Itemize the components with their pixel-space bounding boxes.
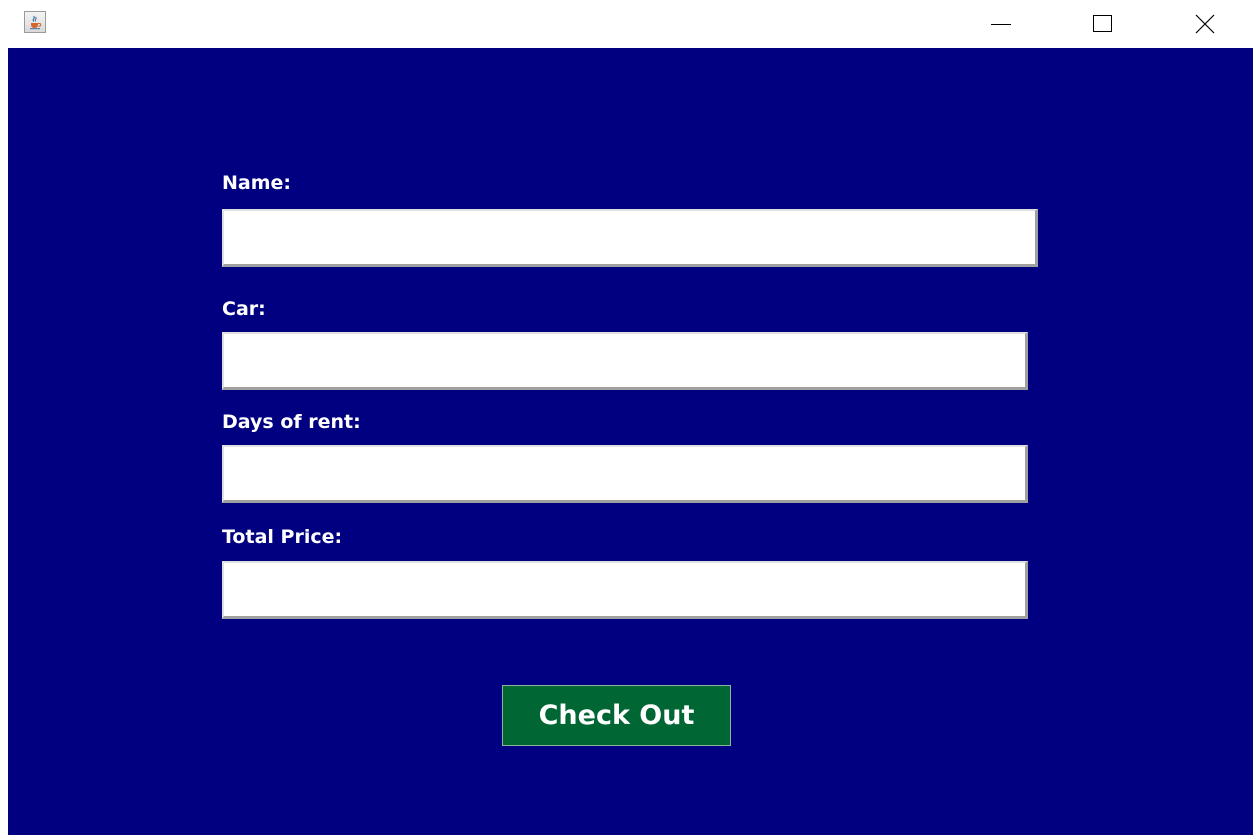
days-of-rent-label: Days of rent: — [222, 411, 361, 433]
days-of-rent-field[interactable] — [222, 445, 1028, 503]
close-icon — [1195, 14, 1215, 34]
maximize-icon — [1093, 15, 1112, 32]
name-label: Name: — [222, 172, 292, 194]
close-button[interactable] — [1174, 0, 1236, 48]
total-price-field[interactable] — [222, 561, 1028, 619]
car-label: Car: — [222, 298, 266, 320]
java-cup-icon[interactable] — [24, 11, 46, 33]
minimize-button[interactable] — [970, 0, 1032, 48]
minimize-icon — [991, 24, 1011, 25]
car-field[interactable] — [222, 332, 1028, 390]
form-panel: Name: Car: Days of rent: Total Price: Ch… — [8, 48, 1253, 835]
title-bar[interactable] — [0, 0, 1253, 48]
name-field[interactable] — [222, 209, 1038, 267]
application-window: Name: Car: Days of rent: Total Price: Ch… — [0, 0, 1253, 835]
maximize-button[interactable] — [1072, 0, 1134, 48]
check-out-button[interactable]: Check Out — [502, 685, 731, 746]
total-price-label: Total Price: — [222, 526, 343, 548]
